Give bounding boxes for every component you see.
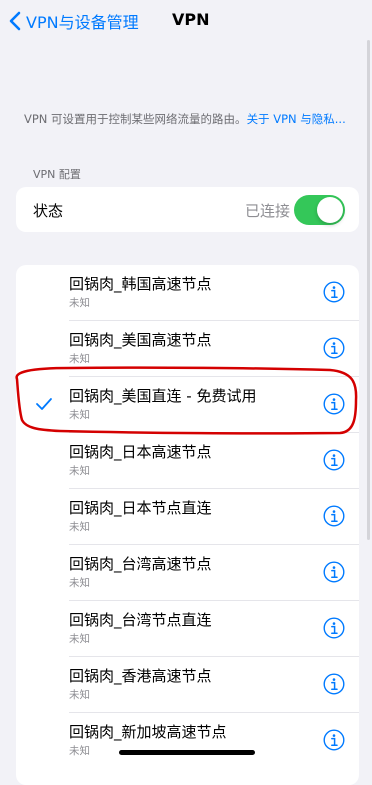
vpn-item[interactable]: 回锅肉_美国直连 - 免费试用未知 <box>16 377 359 433</box>
vpn-config-section-header: VPN 配置 <box>33 168 81 181</box>
vpn-item-status: 未知 <box>69 297 90 309</box>
info-icon[interactable] <box>323 561 345 583</box>
vpn-item-name: 回锅肉_美国直连 - 免费试用 <box>69 387 257 405</box>
status-label: 状态 <box>33 202 64 220</box>
info-icon[interactable] <box>323 617 345 639</box>
home-indicator <box>119 750 255 755</box>
info-icon[interactable] <box>323 729 345 751</box>
vpn-toggle[interactable] <box>294 195 345 225</box>
vpn-item-name: 回锅肉_日本高速节点 <box>69 443 212 461</box>
vpn-item-name: 回锅肉_台湾节点直连 <box>69 611 212 629</box>
chevron-left-icon <box>9 11 21 31</box>
back-button[interactable]: VPN与设备管理 <box>8 9 139 33</box>
checkmark-icon <box>36 398 52 410</box>
vpn-item-status: 未知 <box>69 353 90 365</box>
info-icon[interactable] <box>323 449 345 471</box>
vpn-item[interactable]: 回锅肉_韩国高速节点未知 <box>16 265 359 321</box>
scroll-indicator <box>367 40 370 540</box>
vpn-description: VPN 可设置用于控制某些网络流量的路由。关于 VPN 与隐私... <box>24 111 356 127</box>
vpn-item[interactable]: 回锅肉_香港高速节点未知 <box>16 657 359 713</box>
vpn-item-status: 未知 <box>69 409 90 421</box>
page-title: VPN <box>172 10 210 29</box>
toggle-knob <box>317 197 343 223</box>
vpn-item-name: 回锅肉_韩国高速节点 <box>69 275 212 293</box>
info-icon[interactable] <box>323 337 345 359</box>
info-icon[interactable] <box>323 505 345 527</box>
vpn-item[interactable]: 回锅肉_台湾节点直连未知 <box>16 601 359 657</box>
vpn-item[interactable]: 回锅肉_日本节点直连未知 <box>16 489 359 545</box>
vpn-item-status: 未知 <box>69 465 90 477</box>
connection-status-value: 已连接 <box>244 202 290 220</box>
vpn-item-status: 未知 <box>69 521 90 533</box>
vpn-item-status: 未知 <box>69 689 90 701</box>
privacy-link[interactable]: 关于 VPN 与隐私... <box>247 112 346 126</box>
description-text: VPN 可设置用于控制某些网络流量的路由。 <box>24 112 247 126</box>
vpn-item-name: 回锅肉_美国高速节点 <box>69 331 212 349</box>
info-icon[interactable] <box>323 393 345 415</box>
info-icon[interactable] <box>323 281 345 303</box>
vpn-item-status: 未知 <box>69 577 90 589</box>
vpn-item[interactable]: 回锅肉_美国高速节点未知 <box>16 321 359 377</box>
vpn-item-status: 未知 <box>69 745 90 757</box>
vpn-item-status: 未知 <box>69 633 90 645</box>
back-button-label: VPN与设备管理 <box>26 13 139 32</box>
vpn-item-name: 回锅肉_日本节点直连 <box>69 499 212 517</box>
vpn-item-name: 回锅肉_香港高速节点 <box>69 667 212 685</box>
vpn-item[interactable]: 回锅肉_新加坡高速节点未知 <box>16 713 359 769</box>
vpn-item[interactable]: 回锅肉_日本高速节点未知 <box>16 433 359 489</box>
vpn-configuration-list: 回锅肉_韩国高速节点 未知 回锅肉_美国高速节点 未知 回锅肉_美国直连 - 免费试用未… <box>16 265 359 785</box>
vpn-item[interactable]: 回锅肉_台湾高速节点未知 <box>16 545 359 601</box>
navigation-bar: VPN与设备管理 VPN <box>0 0 372 44</box>
status-card: 状态 已连接 <box>16 187 359 232</box>
vpn-item-name: 回锅肉_新加坡高速节点 <box>69 723 227 741</box>
vpn-item-name: 回锅肉_台湾高速节点 <box>69 555 212 573</box>
info-icon[interactable] <box>323 673 345 695</box>
